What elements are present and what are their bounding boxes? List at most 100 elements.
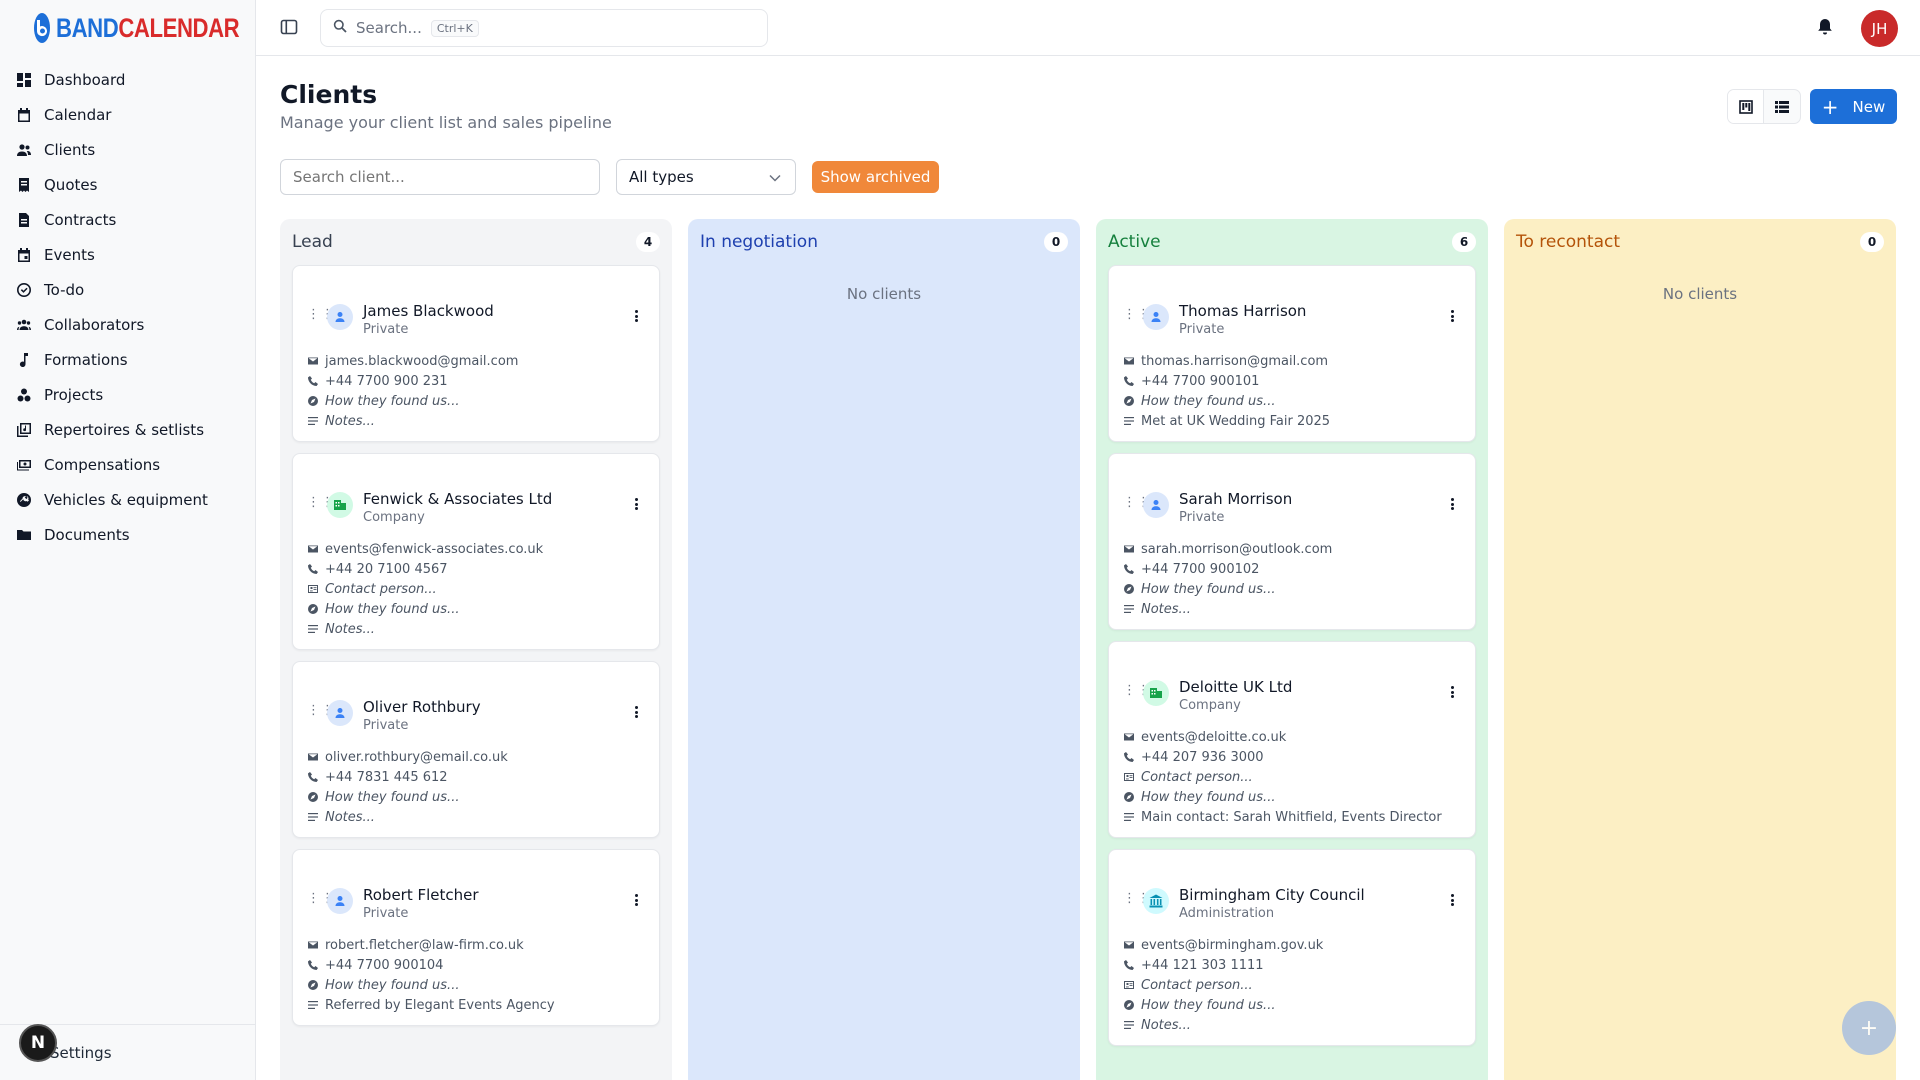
column-header: Active 6 bbox=[1096, 219, 1488, 265]
source-row[interactable]: How they found us... bbox=[307, 787, 645, 807]
compass-icon bbox=[1123, 792, 1134, 803]
client-type: Private bbox=[363, 718, 409, 733]
client-card[interactable]: ⋮⋮ Robert Fletcher Private robert.fletche… bbox=[292, 849, 660, 1026]
sidebar-item-contracts[interactable]: Contracts bbox=[0, 202, 255, 237]
sidebar-item-quotes[interactable]: Quotes bbox=[0, 167, 255, 202]
source-row[interactable]: How they found us... bbox=[1123, 579, 1461, 599]
source-row[interactable]: How they found us... bbox=[307, 975, 645, 995]
source-row[interactable]: How they found us... bbox=[307, 391, 645, 411]
sidebar-nav: Dashboard Calendar Clients Quotes Contra… bbox=[0, 56, 255, 552]
more-options-icon[interactable] bbox=[629, 704, 643, 720]
search-icon bbox=[333, 19, 347, 37]
source-row[interactable]: How they found us... bbox=[307, 599, 645, 619]
sidebar-item-todo[interactable]: To-do bbox=[0, 272, 255, 307]
brand-logo[interactable]: BANDCALENDAR bbox=[0, 0, 255, 56]
drag-handle-icon[interactable]: ⋮⋮ bbox=[307, 496, 334, 509]
floating-add-button[interactable]: + bbox=[1842, 1001, 1896, 1055]
more-options-icon[interactable] bbox=[629, 308, 643, 324]
column-lead: Lead 4 ⋮⋮ James Blackwood Private james.b… bbox=[280, 219, 672, 1080]
source-row[interactable]: How they found us... bbox=[1123, 787, 1461, 807]
drag-handle-icon[interactable]: ⋮⋮ bbox=[1123, 308, 1150, 321]
more-options-icon[interactable] bbox=[1445, 684, 1459, 700]
more-options-icon[interactable] bbox=[629, 892, 643, 908]
sidebar-item-documents[interactable]: Documents bbox=[0, 517, 255, 552]
bell-icon[interactable] bbox=[1816, 17, 1838, 39]
notes-row[interactable]: Notes... bbox=[307, 619, 645, 639]
contact-row[interactable]: Contact person... bbox=[307, 579, 645, 599]
notes-row[interactable]: Notes... bbox=[1123, 599, 1461, 619]
sidebar-item-dashboard[interactable]: Dashboard bbox=[0, 62, 255, 97]
sidebar-item-clients[interactable]: Clients bbox=[0, 132, 255, 167]
drag-handle-icon[interactable]: ⋮⋮ bbox=[307, 704, 334, 717]
n-badge[interactable]: N bbox=[19, 1024, 57, 1062]
notes-row[interactable]: Referred by Elegant Events Agency bbox=[307, 995, 645, 1015]
client-name: Birmingham City Council bbox=[1179, 886, 1365, 904]
client-card[interactable]: ⋮⋮ Birmingham City Council Administration… bbox=[1108, 849, 1476, 1046]
more-options-icon[interactable] bbox=[1445, 496, 1459, 512]
more-options-icon[interactable] bbox=[629, 496, 643, 512]
drag-handle-icon[interactable]: ⋮⋮ bbox=[1123, 684, 1150, 697]
drag-handle-icon[interactable]: ⋮⋮ bbox=[307, 892, 334, 905]
search-shortcut: Ctrl+K bbox=[430, 19, 479, 37]
phone-icon bbox=[1123, 376, 1134, 387]
more-options-icon[interactable] bbox=[1445, 308, 1459, 324]
type-filter-select[interactable]: All types bbox=[616, 159, 796, 195]
source-row[interactable]: How they found us... bbox=[1123, 995, 1461, 1015]
sidebar-item-repertoires[interactable]: Repertoires & setlists bbox=[0, 412, 255, 447]
list-view-icon[interactable] bbox=[1764, 90, 1800, 123]
more-options-icon[interactable] bbox=[1445, 892, 1459, 908]
building-icon bbox=[1143, 680, 1169, 706]
client-card[interactable]: ⋮⋮ James Blackwood Private james.blackwoo… bbox=[292, 265, 660, 442]
email-row: events@fenwick-associates.co.uk bbox=[307, 539, 645, 559]
person-icon bbox=[327, 304, 353, 330]
global-search[interactable]: Search... Ctrl+K bbox=[320, 9, 768, 47]
sidebar-toggle-icon[interactable] bbox=[280, 18, 300, 38]
client-card[interactable]: ⋮⋮ Sarah Morrison Private sarah.morrison@… bbox=[1108, 453, 1476, 630]
sidebar-item-events[interactable]: Events bbox=[0, 237, 255, 272]
notes-row[interactable]: Notes... bbox=[307, 411, 645, 431]
notes-row[interactable]: Main contact: Sarah Whitfield, Events Di… bbox=[1123, 807, 1461, 827]
contact-row[interactable]: Contact person... bbox=[1123, 975, 1461, 995]
sidebar-item-projects[interactable]: Projects bbox=[0, 377, 255, 412]
kanban-view-icon[interactable] bbox=[1728, 90, 1764, 123]
client-name: Oliver Rothbury bbox=[363, 698, 481, 716]
compass-icon bbox=[307, 396, 318, 407]
email-row: james.blackwood@gmail.com bbox=[307, 351, 645, 371]
plus-icon: + bbox=[1821, 94, 1839, 119]
client-card[interactable]: ⋮⋮ Oliver Rothbury Private oliver.rothbur… bbox=[292, 661, 660, 838]
phone-icon bbox=[307, 376, 318, 387]
drag-handle-icon[interactable]: ⋮⋮ bbox=[1123, 496, 1150, 509]
document-icon bbox=[16, 212, 32, 228]
users-icon bbox=[16, 142, 32, 158]
sidebar-item-vehicles[interactable]: Vehicles & equipment bbox=[0, 482, 255, 517]
notes-row[interactable]: Notes... bbox=[307, 807, 645, 827]
contact-row[interactable]: Contact person... bbox=[1123, 767, 1461, 787]
avatar[interactable]: JH bbox=[1861, 10, 1898, 47]
sidebar-item-calendar[interactable]: Calendar bbox=[0, 97, 255, 132]
column-title: To recontact bbox=[1516, 232, 1620, 252]
empty-state: No clients bbox=[1662, 285, 1738, 303]
show-archived-button[interactable]: Show archived bbox=[812, 161, 939, 193]
client-search-input[interactable] bbox=[280, 159, 600, 195]
client-card[interactable]: ⋮⋮ Thomas Harrison Private thomas.harriso… bbox=[1108, 265, 1476, 442]
sidebar-item-collaborators[interactable]: Collaborators bbox=[0, 307, 255, 342]
new-client-button[interactable]: + New bbox=[1810, 89, 1897, 124]
drag-handle-icon[interactable]: ⋮⋮ bbox=[1123, 892, 1150, 905]
settings-label: Settings bbox=[50, 1043, 112, 1062]
sidebar-item-formations[interactable]: Formations bbox=[0, 342, 255, 377]
notes-row[interactable]: Notes... bbox=[1123, 1015, 1461, 1035]
email-icon bbox=[1123, 356, 1134, 367]
source-row[interactable]: How they found us... bbox=[1123, 391, 1461, 411]
folder-icon bbox=[16, 527, 32, 543]
compass-icon bbox=[1123, 584, 1134, 595]
chevron-down-icon bbox=[769, 168, 781, 186]
client-card[interactable]: ⋮⋮ Deloitte UK Ltd Company events@deloitt… bbox=[1108, 641, 1476, 838]
client-card[interactable]: ⋮⋮ Fenwick & Associates Ltd Company event… bbox=[292, 453, 660, 650]
column-header: In negotiation 0 bbox=[688, 219, 1080, 265]
notes-row[interactable]: Met at UK Wedding Fair 2025 bbox=[1123, 411, 1461, 431]
column-count-badge: 0 bbox=[1860, 232, 1884, 252]
sidebar-item-compensations[interactable]: Compensations bbox=[0, 447, 255, 482]
notes-icon bbox=[307, 812, 318, 823]
drag-handle-icon[interactable]: ⋮⋮ bbox=[307, 308, 334, 321]
client-name: Deloitte UK Ltd bbox=[1179, 678, 1293, 696]
